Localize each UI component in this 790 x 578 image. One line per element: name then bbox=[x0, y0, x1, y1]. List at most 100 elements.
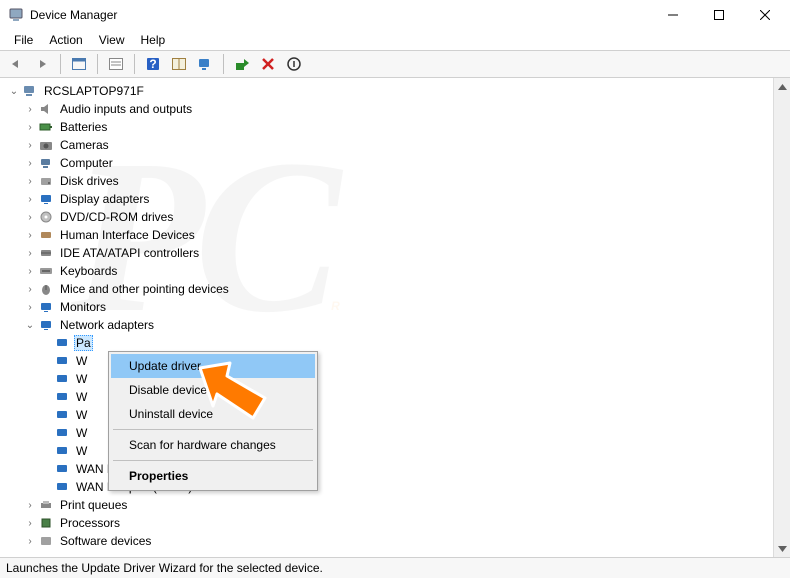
expand-icon[interactable]: › bbox=[22, 515, 38, 531]
expand-icon[interactable]: › bbox=[22, 299, 38, 315]
computer-icon bbox=[38, 155, 54, 171]
collapse-icon[interactable]: ⌄ bbox=[6, 83, 22, 99]
tree-subitem[interactable]: Pa bbox=[2, 334, 773, 352]
tree-item[interactable]: ›Mice and other pointing devices bbox=[2, 280, 773, 298]
expand-icon[interactable]: › bbox=[22, 137, 38, 153]
menu-bar: File Action View Help bbox=[0, 30, 790, 50]
ide-icon bbox=[38, 245, 54, 261]
properties-button[interactable] bbox=[104, 52, 128, 76]
svg-text:?: ? bbox=[149, 57, 156, 71]
expand-icon[interactable]: › bbox=[22, 533, 38, 549]
ctx-scan-hardware[interactable]: Scan for hardware changes bbox=[111, 433, 315, 457]
expand-icon[interactable]: › bbox=[22, 191, 38, 207]
vertical-scrollbar[interactable] bbox=[773, 78, 790, 557]
ctx-uninstall-device[interactable]: Uninstall device bbox=[111, 402, 315, 426]
software-icon bbox=[38, 533, 54, 549]
scan-hardware-button[interactable] bbox=[193, 52, 217, 76]
status-bar: Launches the Update Driver Wizard for th… bbox=[0, 558, 790, 578]
tree-item[interactable]: ›Disk drives bbox=[2, 172, 773, 190]
tree-item[interactable]: ›IDE ATA/ATAPI controllers bbox=[2, 244, 773, 262]
toolbar-separator bbox=[134, 54, 135, 74]
show-hidden-button[interactable] bbox=[67, 52, 91, 76]
title-bar: Device Manager bbox=[0, 0, 790, 30]
tree-item[interactable]: ›Audio inputs and outputs bbox=[2, 100, 773, 118]
tree-item[interactable]: ›Monitors bbox=[2, 298, 773, 316]
toolbar-separator bbox=[97, 54, 98, 74]
minimize-button[interactable] bbox=[650, 0, 696, 30]
toolbar: ? bbox=[0, 50, 790, 78]
tree-item[interactable]: ›Computer bbox=[2, 154, 773, 172]
tree-item[interactable]: ›Human Interface Devices bbox=[2, 226, 773, 244]
uninstall-device-button[interactable] bbox=[256, 52, 280, 76]
ctx-separator bbox=[113, 460, 313, 461]
expand-icon[interactable]: › bbox=[22, 119, 38, 135]
mouse-icon bbox=[38, 281, 54, 297]
app-icon bbox=[8, 7, 24, 23]
camera-icon bbox=[38, 137, 54, 153]
ctx-separator bbox=[113, 429, 313, 430]
adapter-icon bbox=[54, 335, 70, 351]
expand-icon[interactable]: › bbox=[22, 173, 38, 189]
adapter-icon bbox=[54, 479, 70, 495]
adapter-icon bbox=[54, 425, 70, 441]
computer-icon bbox=[22, 83, 38, 99]
ctx-update-driver[interactable]: Update driver bbox=[111, 354, 315, 378]
tree-item[interactable]: ›Processors bbox=[2, 514, 773, 532]
menu-action[interactable]: Action bbox=[41, 31, 90, 49]
cpu-icon bbox=[38, 515, 54, 531]
tree-item[interactable]: ›Batteries bbox=[2, 118, 773, 136]
battery-icon bbox=[38, 119, 54, 135]
ctx-disable-device[interactable]: Disable device bbox=[111, 378, 315, 402]
update-driver-button[interactable] bbox=[230, 52, 254, 76]
tree-item[interactable]: ›Print queues bbox=[2, 496, 773, 514]
adapter-icon bbox=[54, 371, 70, 387]
tree-root[interactable]: ⌄ RCSLAPTOP971F bbox=[2, 82, 773, 100]
display-icon bbox=[38, 191, 54, 207]
close-button[interactable] bbox=[742, 0, 788, 30]
dvd-icon bbox=[38, 209, 54, 225]
adapter-icon bbox=[54, 389, 70, 405]
adapter-icon bbox=[54, 353, 70, 369]
status-text: Launches the Update Driver Wizard for th… bbox=[6, 561, 323, 575]
scroll-up-button[interactable] bbox=[774, 78, 790, 95]
toolbar-separator bbox=[60, 54, 61, 74]
expand-icon[interactable]: › bbox=[22, 263, 38, 279]
tree-item[interactable]: ›Software devices bbox=[2, 532, 773, 550]
expand-icon[interactable]: › bbox=[22, 101, 38, 117]
collapse-icon[interactable]: ⌄ bbox=[22, 317, 38, 333]
menu-help[interactable]: Help bbox=[133, 31, 174, 49]
tree-item[interactable]: ›DVD/CD-ROM drives bbox=[2, 208, 773, 226]
maximize-button[interactable] bbox=[696, 0, 742, 30]
keyboard-icon bbox=[38, 263, 54, 279]
expand-icon[interactable]: › bbox=[22, 281, 38, 297]
forward-button[interactable] bbox=[30, 52, 54, 76]
disable-device-button[interactable] bbox=[282, 52, 306, 76]
scroll-down-button[interactable] bbox=[774, 540, 790, 557]
tree-item[interactable]: ›Cameras bbox=[2, 136, 773, 154]
tree-item[interactable]: ›Keyboards bbox=[2, 262, 773, 280]
menu-view[interactable]: View bbox=[91, 31, 133, 49]
action-panel-button[interactable] bbox=[167, 52, 191, 76]
tree-item[interactable]: ›Display adapters bbox=[2, 190, 773, 208]
expand-icon[interactable]: › bbox=[22, 245, 38, 261]
tree-root-label: RCSLAPTOP971F bbox=[42, 83, 146, 99]
disk-icon bbox=[38, 173, 54, 189]
adapter-icon bbox=[54, 443, 70, 459]
expand-icon[interactable]: › bbox=[22, 155, 38, 171]
context-menu: Update driver Disable device Uninstall d… bbox=[108, 351, 318, 491]
window-title: Device Manager bbox=[30, 8, 650, 22]
ctx-properties[interactable]: Properties bbox=[111, 464, 315, 488]
expand-icon[interactable]: › bbox=[22, 227, 38, 243]
printer-icon bbox=[38, 497, 54, 513]
menu-file[interactable]: File bbox=[6, 31, 41, 49]
adapter-icon bbox=[54, 407, 70, 423]
audio-icon bbox=[38, 101, 54, 117]
help-button[interactable]: ? bbox=[141, 52, 165, 76]
hid-icon bbox=[38, 227, 54, 243]
tree-item[interactable]: ⌄Network adapters bbox=[2, 316, 773, 334]
expand-icon[interactable]: › bbox=[22, 497, 38, 513]
back-button[interactable] bbox=[4, 52, 28, 76]
expand-icon[interactable]: › bbox=[22, 209, 38, 225]
selected-device-label: Pa bbox=[74, 335, 93, 351]
monitor-icon bbox=[38, 299, 54, 315]
